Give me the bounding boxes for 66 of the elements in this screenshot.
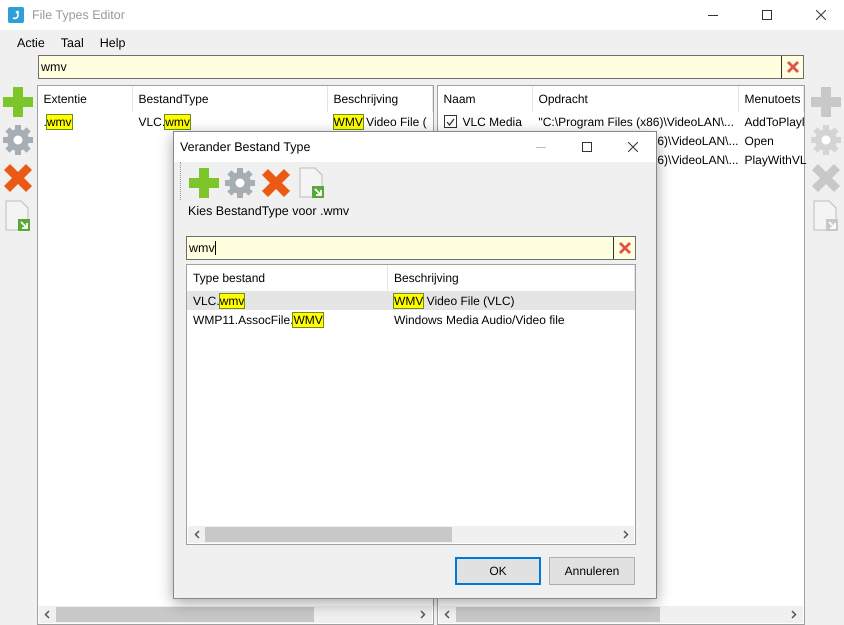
cancel-button[interactable]: Annuleren [549,557,635,585]
close-icon [628,142,638,152]
plus-icon [810,86,842,118]
minimize-icon [708,14,718,16]
window-title: File Types Editor [32,8,126,22]
column-header[interactable]: Menutoets [738,86,804,112]
document-icon [299,167,325,199]
ok-button[interactable]: OK [455,557,541,585]
chevron-left-icon [194,530,200,539]
menu-item[interactable]: Help [92,36,134,50]
close-icon [816,10,826,20]
horizontal-scrollbar[interactable] [38,606,432,623]
chevron-left-icon [444,610,450,619]
column-header[interactable]: Opdracht [532,86,738,112]
cross-icon [2,162,34,194]
search-field[interactable]: wmv [186,236,636,260]
menu-item[interactable]: Taal [52,36,92,50]
table-cell-text: "C:\Program Files (x86)\VideoLAN\... [538,114,735,130]
maximize-icon [762,10,772,20]
horizontal-scrollbar[interactable] [438,606,802,623]
settings-button[interactable] [1,123,36,157]
plus-icon [188,167,220,199]
gear-icon [224,167,256,199]
table-cell-text: .wmv [42,114,73,130]
chevron-right-icon [420,610,426,619]
plus-icon [2,86,34,118]
scrollbar-thumb[interactable] [205,527,452,542]
scrollbar-thumb[interactable] [456,607,660,622]
column-header[interactable]: Naam [438,86,532,112]
dialog-title: Verander Bestand Type [180,140,312,154]
chevron-right-icon [791,610,797,619]
checkbox[interactable] [444,115,456,128]
column-header[interactable]: BestandType [132,86,328,112]
table-cell-text: AddToPlayl [744,114,804,130]
clear-icon [618,241,632,255]
scrollbar-thumb[interactable] [56,607,314,622]
horizontal-scrollbar[interactable] [188,526,634,543]
document-icon [5,200,32,232]
list-row[interactable]: VLC.wmv WMV Video File (VLC) [187,291,635,310]
check-icon [446,118,454,126]
settings-button[interactable] [223,166,257,200]
table-cell-text: 6)\VideoLAN\... [657,132,738,150]
minimize-icon [536,146,546,148]
table-cell-text: Open [744,132,775,150]
list-row[interactable]: WMP11.AssocFile.WMV Windows Media Audio/Video file [187,310,635,329]
chevron-left-icon [44,610,50,619]
gear-icon [2,124,34,156]
column-header[interactable]: Extentie [38,86,132,112]
prompt-label: Kies BestandType voor .wmv [187,203,350,220]
cross-icon [260,167,292,199]
menu-item[interactable]: Actie [9,36,53,50]
clear-icon [786,60,800,74]
chevron-right-icon [622,530,628,539]
table-cell-text: VLC.wmv [138,114,191,130]
add-button[interactable] [1,85,36,119]
gear-icon [810,124,842,156]
column-header[interactable]: Beschrijving [328,86,432,112]
maximize-icon [582,142,592,152]
cross-icon [810,162,842,194]
app-icon [8,7,24,23]
table-cell-text: WMV Video File ( [332,114,428,130]
add-button[interactable] [187,166,221,200]
table-cell-text: 6)\VideoLAN\... [657,152,738,168]
search-field[interactable]: wmv [38,55,804,79]
document-icon [812,200,839,232]
table-cell: VLC Media [438,112,532,131]
